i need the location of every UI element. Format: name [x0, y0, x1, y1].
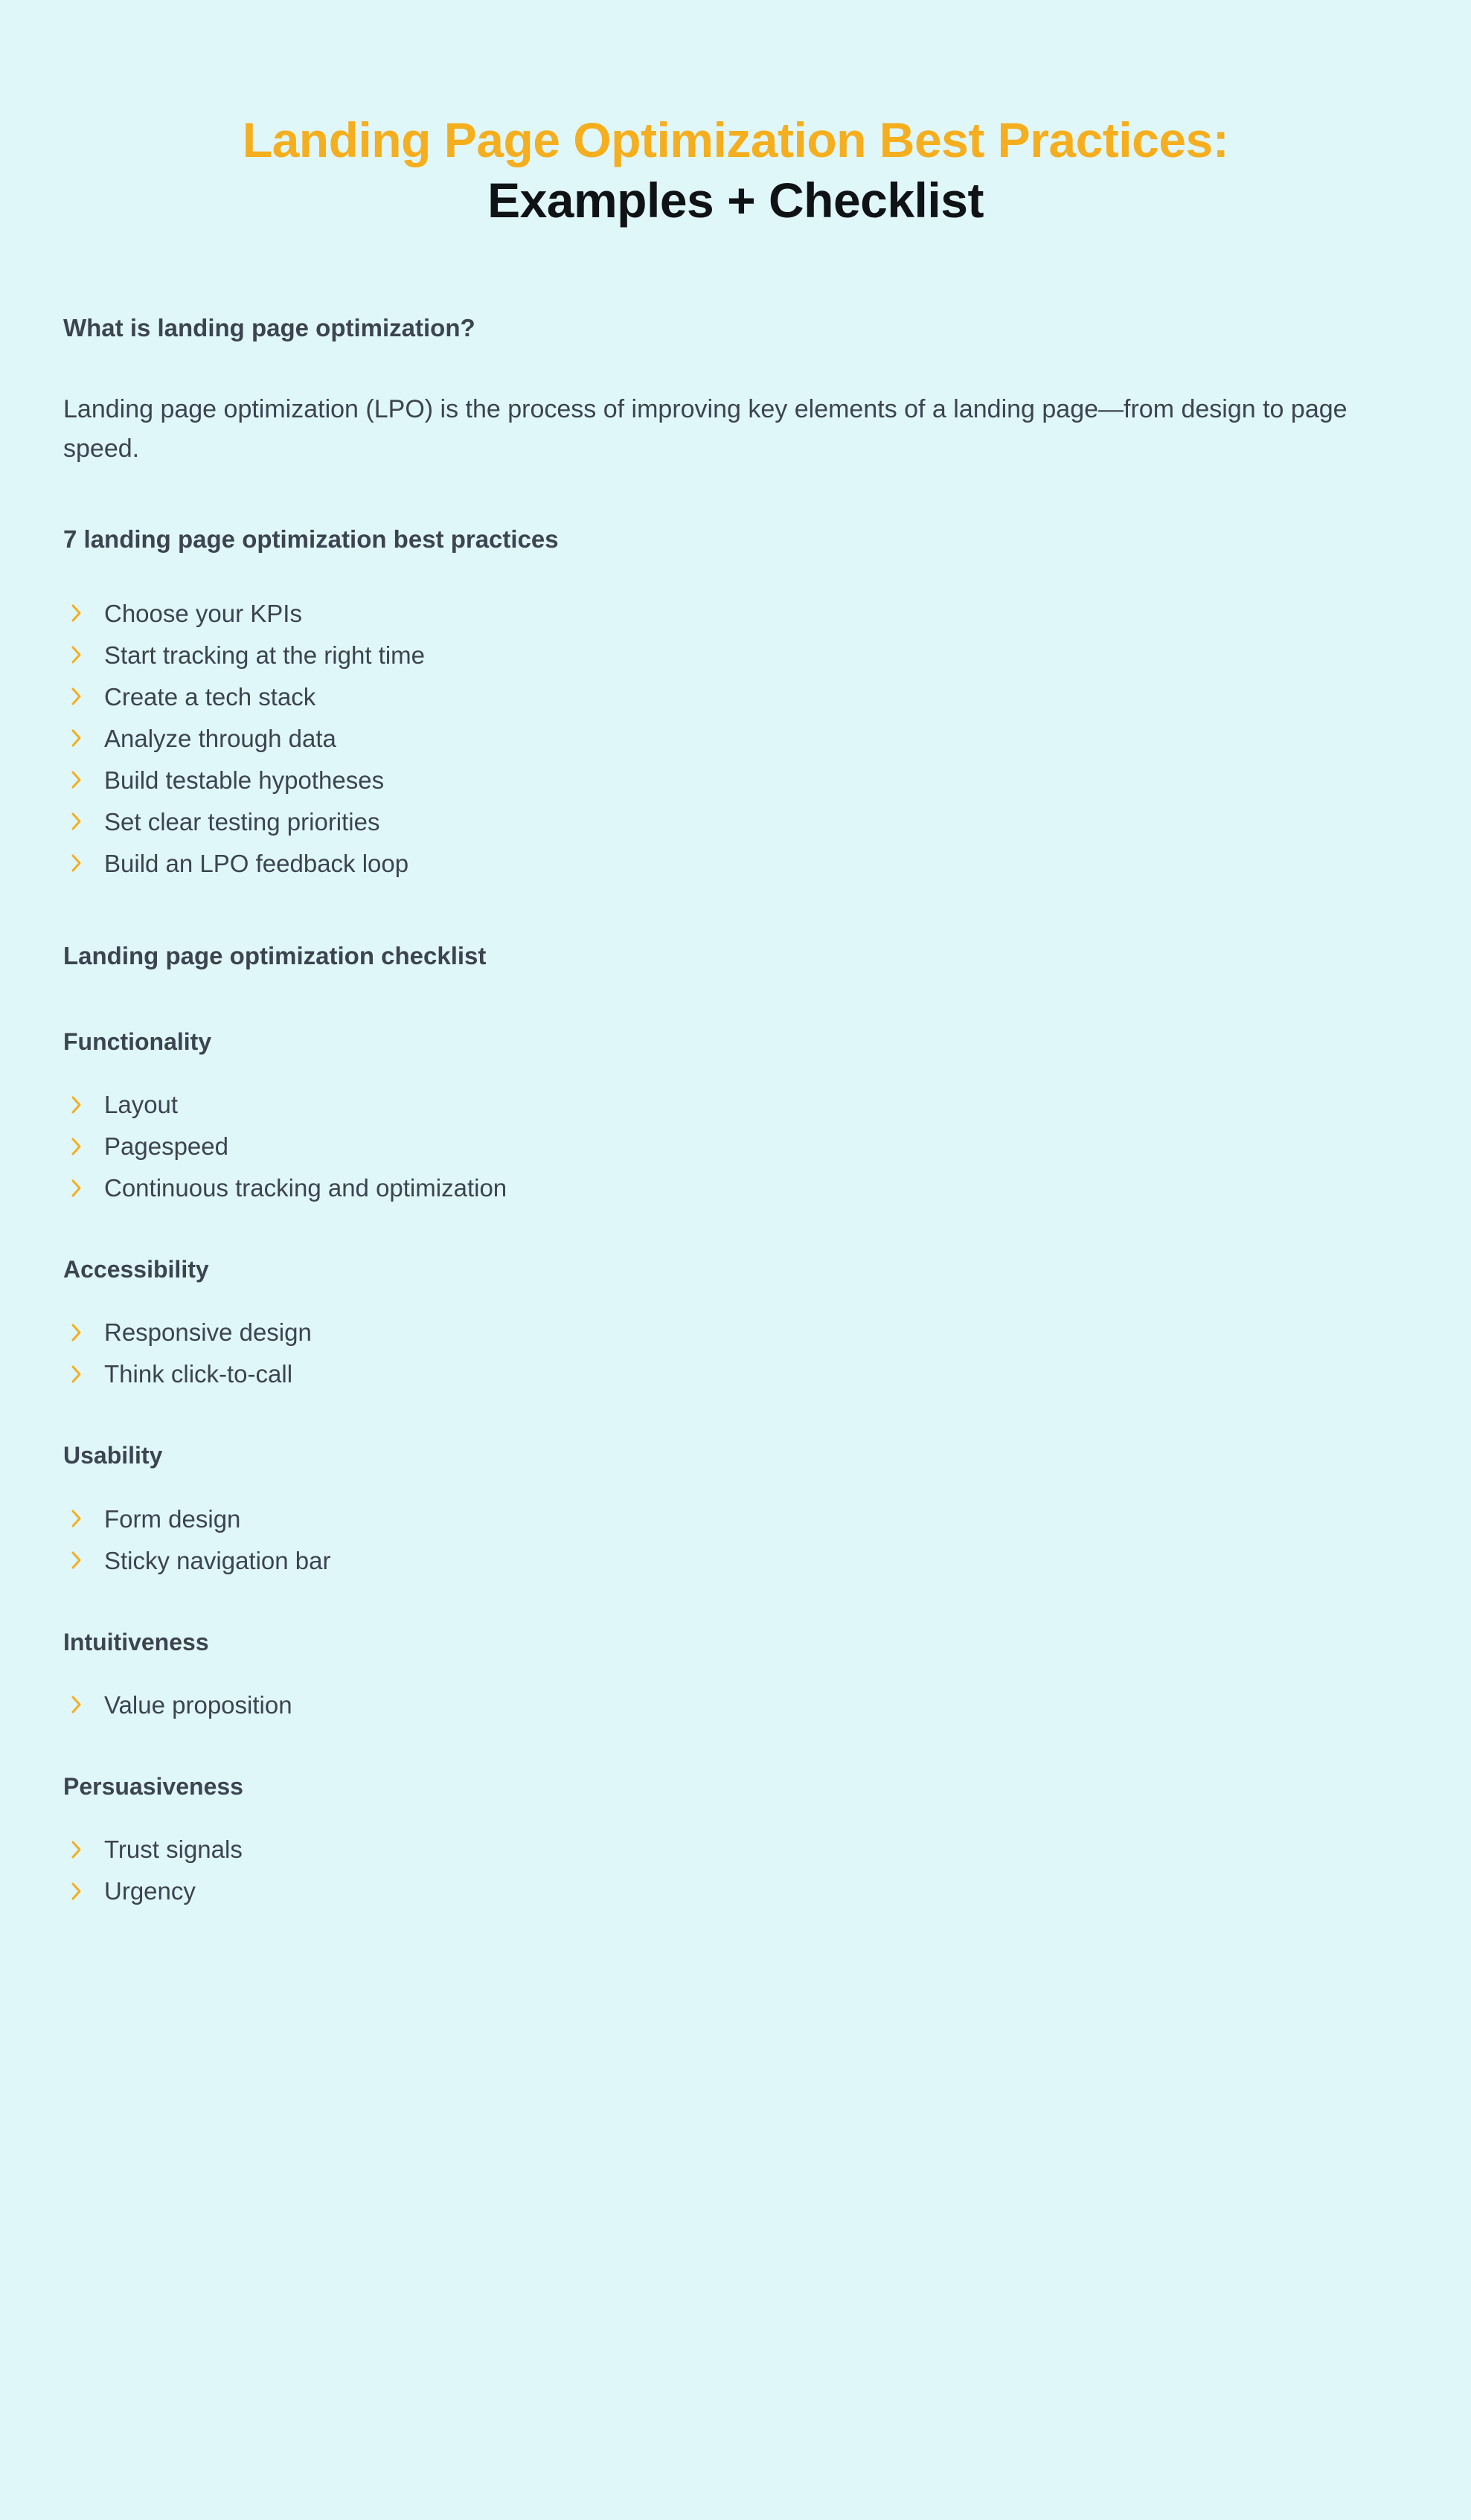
- checklist-groups: Functionality Layout Pagespeed Continuou…: [63, 972, 1389, 1903]
- chevron-right-icon: [71, 728, 83, 748]
- title-line-accent: Landing Page Optimization Best Practices…: [242, 112, 1229, 167]
- chevron-right-icon: [71, 1882, 83, 1901]
- chevron-right-icon: [71, 1840, 83, 1859]
- page-title: Landing Page Optimization Best Practices…: [0, 0, 1471, 230]
- checklist-item[interactable]: Think click-to-call: [63, 1362, 1389, 1386]
- list-item-label: Build an LPO feedback loop: [104, 849, 409, 877]
- checklist-list-accessibility: Responsive design Think click-to-call: [63, 1320, 1389, 1386]
- checklist-group-label-accessibility: Accessibility: [63, 1256, 209, 1283]
- checklist-list-functionality: Layout Pagespeed Continuous tracking and…: [63, 1092, 1389, 1200]
- checklist-list-usability: Form design Sticky navigation bar: [63, 1507, 1389, 1573]
- best-practices-list: Choose your KPIs Start tracking at the r…: [63, 601, 1389, 876]
- section-heading-checklist: Landing page optimization checklist: [63, 941, 487, 969]
- chevron-right-icon: [71, 1095, 83, 1115]
- list-item-label: Analyze through data: [104, 724, 336, 752]
- list-item-label: Trust signals: [104, 1836, 243, 1864]
- list-item-label: Value proposition: [104, 1690, 292, 1719]
- content-body: What is landing page optimization? Landi…: [0, 312, 1471, 1903]
- chevron-right-icon: [71, 603, 83, 623]
- chevron-right-icon: [71, 770, 83, 789]
- best-practice-item[interactable]: Build an LPO feedback loop: [63, 851, 1389, 876]
- checklist-item[interactable]: Trust signals: [63, 1837, 1389, 1862]
- checklist-item[interactable]: Layout: [63, 1092, 1389, 1117]
- chevron-right-icon: [71, 1509, 83, 1528]
- best-practice-item[interactable]: Analyze through data: [63, 726, 1389, 751]
- checklist-item[interactable]: Urgency: [63, 1879, 1389, 1903]
- section-heading-what-is: What is landing page optimization?: [63, 314, 475, 342]
- chevron-right-icon: [71, 1695, 83, 1714]
- checklist-item[interactable]: Pagespeed: [63, 1134, 1389, 1158]
- chevron-right-icon: [71, 1137, 83, 1156]
- list-item-label: Pagespeed: [104, 1132, 228, 1161]
- infographic-page: Landing Page Optimization Best Practices…: [0, 0, 1471, 2520]
- best-practice-item[interactable]: Choose your KPIs: [63, 601, 1389, 626]
- checklist-list-intuitiveness: Value proposition: [63, 1693, 1389, 1717]
- checklist-item[interactable]: Form design: [63, 1507, 1389, 1531]
- checklist-group-label-persuasiveness: Persuasiveness: [63, 1772, 243, 1800]
- best-practice-item[interactable]: Create a tech stack: [63, 684, 1389, 709]
- best-practice-item[interactable]: Set clear testing priorities: [63, 809, 1389, 834]
- chevron-right-icon: [71, 1179, 83, 1198]
- section-heading-best-practices: 7 landing page optimization best practic…: [63, 525, 559, 554]
- list-item-label: Continuous tracking and optimization: [104, 1174, 507, 1202]
- list-item-label: Choose your KPIs: [104, 599, 302, 627]
- chevron-right-icon: [71, 1551, 83, 1570]
- best-practice-item[interactable]: Build testable hypotheses: [63, 768, 1389, 792]
- list-item-label: Create a tech stack: [104, 682, 316, 711]
- list-item-label: Layout: [104, 1091, 179, 1119]
- best-practice-item[interactable]: Start tracking at the right time: [63, 643, 1389, 667]
- list-item-label: Responsive design: [104, 1318, 312, 1347]
- chevron-right-icon: [71, 1323, 83, 1342]
- list-item-label: Urgency: [104, 1877, 196, 1905]
- checklist-item[interactable]: Value proposition: [63, 1693, 1389, 1717]
- list-item-label: Set clear testing priorities: [104, 807, 380, 836]
- checklist-group-label-intuitiveness: Intuitiveness: [63, 1628, 209, 1655]
- paragraph-what-is: Landing page optimization (LPO) is the p…: [63, 394, 1347, 464]
- chevron-right-icon: [71, 853, 83, 873]
- checklist-group-label-usability: Usability: [63, 1442, 163, 1469]
- checklist-item[interactable]: Responsive design: [63, 1320, 1389, 1344]
- list-item-label: Form design: [104, 1504, 241, 1533]
- chevron-right-icon: [71, 1365, 83, 1384]
- checklist-item[interactable]: Sticky navigation bar: [63, 1548, 1389, 1573]
- checklist-item[interactable]: Continuous tracking and optimization: [63, 1176, 1389, 1200]
- list-item-label: Build testable hypotheses: [104, 766, 385, 794]
- checklist-list-persuasiveness: Trust signals Urgency: [63, 1837, 1389, 1903]
- chevron-right-icon: [71, 645, 83, 664]
- chevron-right-icon: [71, 687, 83, 706]
- title-line-dark: Examples + Checklist: [487, 172, 984, 228]
- list-item-label: Sticky navigation bar: [104, 1546, 331, 1574]
- list-item-label: Think click-to-call: [104, 1360, 293, 1388]
- checklist-group-label-functionality: Functionality: [63, 1028, 212, 1056]
- chevron-right-icon: [71, 812, 83, 831]
- list-item-label: Start tracking at the right time: [104, 641, 426, 669]
